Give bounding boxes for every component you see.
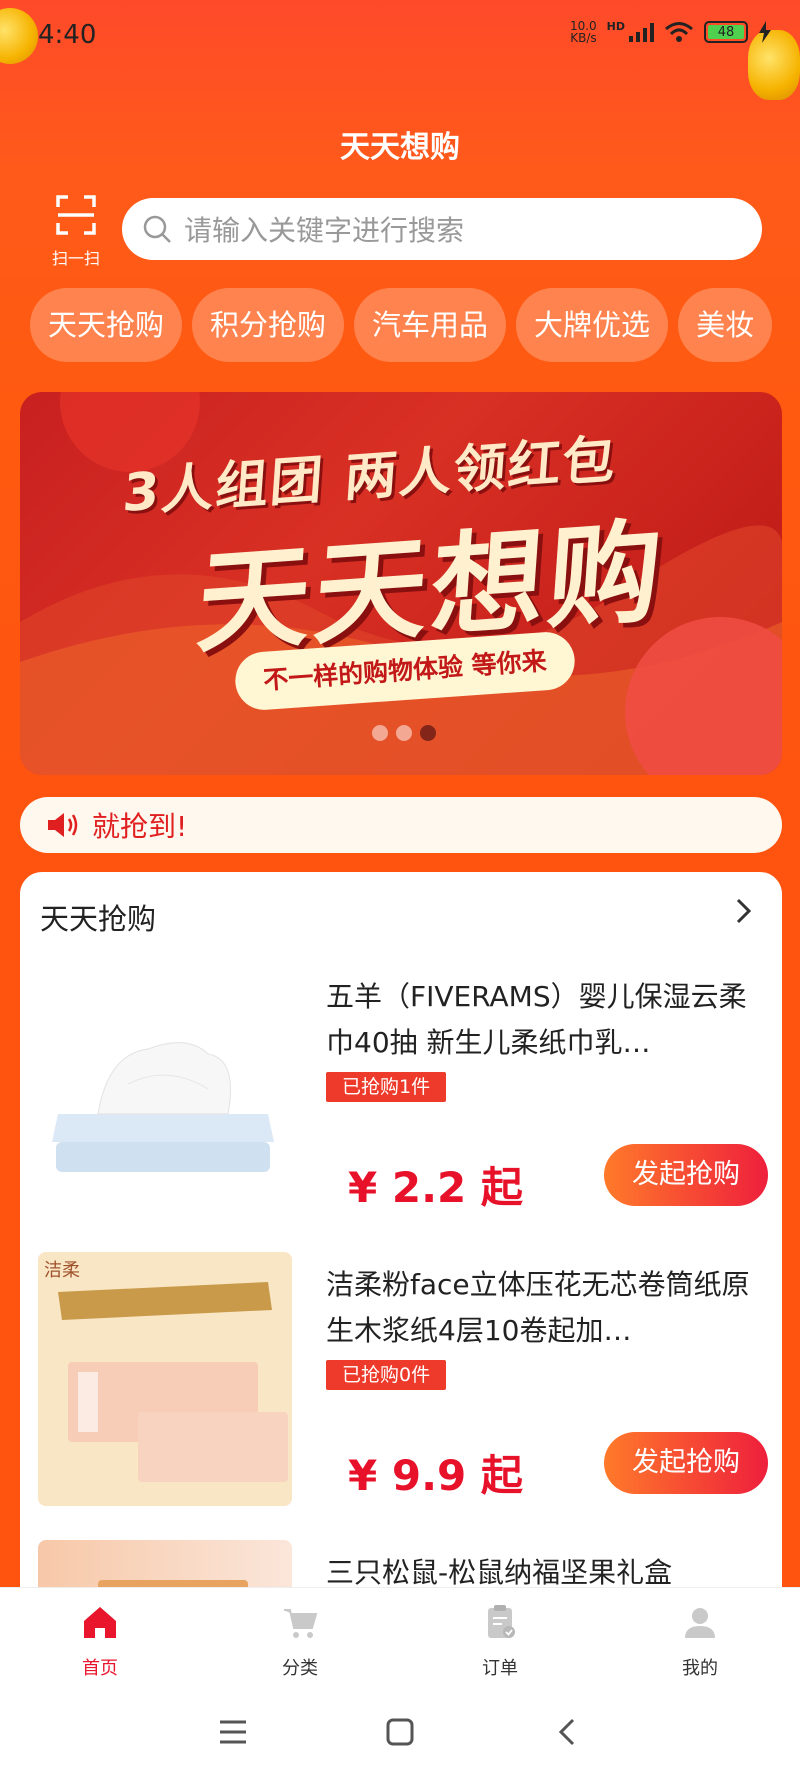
cart-icon	[284, 1609, 318, 1638]
speaker-icon	[48, 813, 78, 837]
tab-label: 分类	[282, 1658, 318, 1679]
tab-profile[interactable]: 我的	[600, 1588, 800, 1687]
tab-label: 我的	[682, 1658, 718, 1679]
tissue-roll-image: 洁柔	[38, 1252, 292, 1506]
scan-label: 扫一扫	[51, 249, 100, 268]
coin-decoration	[0, 8, 38, 64]
start-flash-sale-button[interactable]: 发起抢购	[604, 1144, 768, 1206]
carousel-dots	[372, 725, 436, 741]
tab-home[interactable]: 首页	[0, 1588, 200, 1687]
status-icons: 10.0 KB/s HD 48	[570, 20, 772, 44]
back-button[interactable]	[547, 1712, 587, 1752]
notice-text: 就抢到!	[92, 810, 188, 843]
home-icon	[84, 1607, 116, 1638]
category-chip[interactable]: 天天抢购	[30, 288, 183, 362]
search-placeholder: 请输入关键字进行搜索	[184, 214, 465, 247]
category-chip[interactable]: 大牌优选	[516, 288, 669, 362]
bottom-tab-bar: 首页 分类 订单 我的	[0, 1587, 800, 1687]
wifi-icon	[665, 22, 693, 42]
square-home-icon	[386, 1718, 414, 1746]
scan-icon	[56, 195, 96, 235]
category-chip[interactable]: 汽车用品	[354, 288, 507, 362]
scan-button[interactable]: 扫一扫	[46, 195, 106, 269]
product-title: 五羊（FIVERAMS）婴儿保湿云柔巾40抽 新生儿柔纸巾乳…	[326, 980, 747, 1059]
svg-text:洁柔: 洁柔	[44, 1260, 80, 1281]
wipes-image	[52, 1042, 274, 1172]
status-bar: 4:40 10.0 KB/s HD 48	[0, 0, 800, 100]
product-card[interactable]: 洁柔 洁柔粉face立体压花无芯卷筒纸原生木浆纸4层10卷起加… 已抢购0件 ¥…	[38, 1252, 768, 1507]
product-image[interactable]: 洁柔	[38, 1252, 292, 1506]
net-speed: 10.0 KB/s	[569, 19, 597, 45]
home-button[interactable]	[380, 1712, 420, 1752]
tab-category[interactable]: 分类	[200, 1588, 400, 1687]
section-title: 天天抢购	[40, 902, 157, 936]
tab-orders[interactable]: 订单	[400, 1588, 600, 1687]
product-price: ¥ 2.2 起	[348, 1163, 523, 1212]
menu-button[interactable]	[213, 1712, 253, 1752]
notice-bar[interactable]: 就抢到!	[20, 797, 782, 853]
start-flash-sale-button[interactable]: 发起抢购	[604, 1432, 768, 1494]
hd-label: HD	[606, 20, 625, 33]
flash-sale-panel: 天天抢购 五羊（FIVERAMS）婴儿保湿云柔巾40抽 新生儿柔纸巾乳… 已抢购…	[20, 872, 782, 1672]
search-input[interactable]: 请输入关键字进行搜索	[122, 198, 762, 260]
order-clipboard-icon	[488, 1605, 515, 1638]
product-title: 洁柔粉face立体压花无芯卷筒纸原生木浆纸4层10卷起加…	[326, 1268, 750, 1347]
system-nav-bar	[0, 1687, 800, 1777]
promo-banner[interactable]: 3人组团 两人领红包 天天想购 不一样的购物体验 等你来	[20, 392, 782, 775]
search-icon	[143, 215, 171, 243]
tab-label: 订单	[482, 1658, 518, 1679]
sold-count-badge: 已抢购0件	[326, 1360, 447, 1390]
carousel-dot-active[interactable]	[420, 725, 436, 741]
carousel-dot[interactable]	[372, 725, 388, 741]
sold-count-badge: 已抢购1件	[326, 1072, 447, 1102]
tab-label: 首页	[82, 1658, 118, 1679]
category-chip[interactable]: 美妆	[678, 288, 773, 362]
product-image[interactable]	[38, 964, 292, 1218]
charging-icon	[759, 21, 771, 43]
status-time: 4:40	[38, 20, 97, 50]
app-title: 天天想购	[340, 130, 460, 165]
carousel-dot[interactable]	[396, 725, 412, 741]
user-icon	[685, 1608, 715, 1638]
product-card[interactable]: 五羊（FIVERAMS）婴儿保湿云柔巾40抽 新生儿柔纸巾乳… 已抢购1件 ¥ …	[38, 964, 768, 1219]
category-chip[interactable]: 积分抢购	[192, 288, 345, 362]
menu-icon	[220, 1720, 247, 1744]
chevron-right-icon[interactable]	[728, 896, 758, 926]
product-price: ¥ 9.9 起	[348, 1451, 523, 1500]
category-row: 天天抢购 积分抢购 汽车用品 大牌优选 美妆	[30, 288, 782, 362]
back-icon	[558, 1718, 574, 1746]
signal-icon	[629, 22, 654, 42]
battery-icon: 48	[704, 21, 748, 43]
